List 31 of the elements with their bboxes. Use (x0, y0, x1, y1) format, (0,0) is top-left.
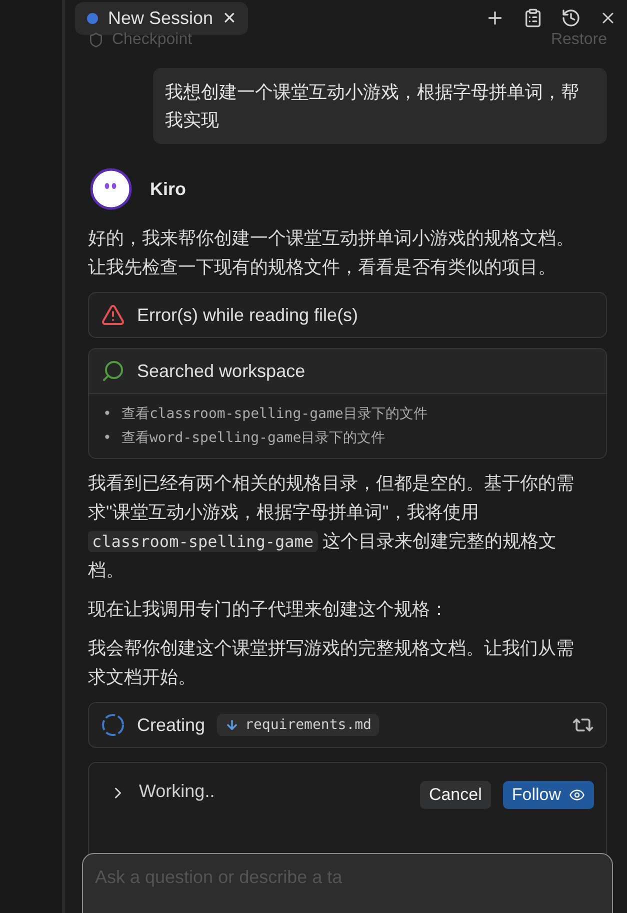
search-result-item: 查看word-spelling-game目录下的文件 (121, 429, 386, 448)
error-card[interactable]: Error(s) while reading file(s) (88, 292, 607, 338)
search-card-header[interactable]: Searched workspace (89, 349, 606, 394)
bullet: • (103, 405, 112, 424)
assistant-name: Kiro (150, 178, 186, 200)
status-dot-icon (87, 12, 98, 24)
creating-label: Creating (137, 714, 206, 736)
follow-button[interactable]: Follow (502, 781, 594, 809)
history-icon[interactable] (561, 8, 581, 28)
message-paragraph: 现在让我调用专门的子代理来创建这个规格： (88, 598, 449, 621)
warning-icon (101, 303, 125, 327)
list-icon[interactable] (523, 8, 543, 28)
session-tab[interactable]: New Session × (75, 2, 248, 34)
eye-icon (569, 787, 585, 803)
user-message: 我想创建一个课堂互动小游戏，根据字母拼单词，帮我实现 (153, 68, 607, 144)
tab-close-button[interactable]: × (223, 9, 236, 27)
shield-icon (88, 32, 104, 48)
search-result-item: 查看classroom-spelling-game目录下的文件 (121, 405, 428, 424)
working-status: Working.. (139, 781, 216, 802)
spinner-icon (101, 713, 125, 737)
search-icon (101, 359, 125, 383)
bullet: • (103, 429, 112, 448)
error-title: Error(s) while reading file(s) (137, 304, 358, 326)
avatar-icon (90, 168, 132, 210)
message-paragraph: 我会帮你创建这个课堂拼写游戏的完整规格文档。让我们从需求文档开始。 (88, 637, 575, 689)
download-icon (225, 718, 240, 732)
message-paragraph: 我看到已经有两个相关的规格目录，但都是空的。基于你的需求"课堂互动小游戏，根据字母拼单词"，我将使用 classroom-spelling-game 这个目录来创建完整的规格文档。 (88, 472, 575, 582)
file-chip[interactable]: requirements.md (217, 714, 380, 736)
message-paragraph: 好的，我来帮你创建一个课堂互动拼单词小游戏的规格文档。让我先检查一下现有的规格文件，看看是否有类似的项目。 (88, 227, 575, 279)
cancel-button[interactable]: Cancel (420, 781, 491, 809)
search-title: Searched workspace (137, 360, 306, 382)
